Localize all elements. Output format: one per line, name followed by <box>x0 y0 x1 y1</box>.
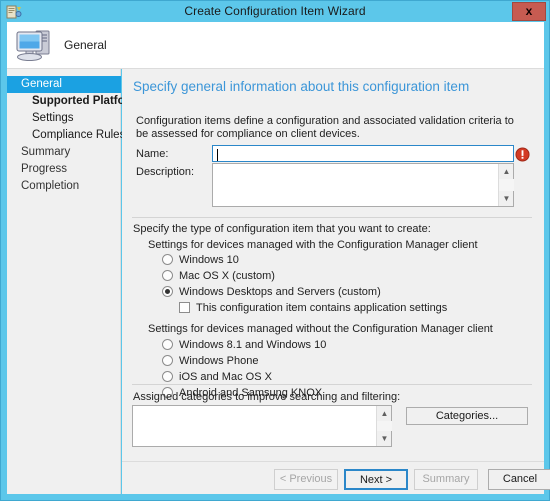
radio-ios-and-mac-os-x[interactable]: iOS and Mac OS X <box>162 371 272 383</box>
radio-windows-81-and-windows-10[interactable]: Windows 8.1 and Windows 10 <box>162 339 326 351</box>
sidebar-item-completion[interactable]: Completion <box>7 178 120 195</box>
title-bar: Create Configuration Item Wizard x <box>1 1 549 22</box>
sidebar-item-summary[interactable]: Summary <box>7 144 120 161</box>
categories-label: Assigned categories to improve searching… <box>133 391 401 403</box>
checkbox-contains-application-settings[interactable]: This configuration item contains applica… <box>179 302 447 314</box>
divider-top <box>132 217 532 218</box>
window-title: Create Configuration Item Wizard <box>184 4 366 18</box>
chevron-down-icon[interactable]: ▼ <box>377 431 392 446</box>
wizard-sidebar: General Supported Platforms Settings Com… <box>7 69 146 494</box>
radio-icon <box>162 270 173 281</box>
radio-windows-10[interactable]: Windows 10 <box>162 254 239 266</box>
chevron-up-icon[interactable]: ▲ <box>377 406 392 421</box>
radio-icon-selected <box>162 286 173 297</box>
wizard-footer: < Previous Next > Summary Cancel <box>122 461 550 494</box>
name-label: Name: <box>136 148 169 160</box>
radio-label: Windows Phone <box>179 355 259 367</box>
wizard-content: Specify general information about this c… <box>122 69 544 461</box>
chevron-down-icon[interactable]: ▼ <box>499 191 514 206</box>
name-input[interactable] <box>212 145 514 162</box>
categories-scrollbar[interactable]: ▲ ▼ <box>376 406 392 446</box>
radio-icon <box>162 339 173 350</box>
wizard-header: General <box>7 22 544 69</box>
radio-label: Windows 8.1 and Windows 10 <box>179 339 327 351</box>
radio-icon <box>162 254 173 265</box>
description-scrollbar[interactable]: ▲ ▼ <box>498 164 514 206</box>
checkbox-label: This configuration item contains applica… <box>196 302 448 314</box>
sidebar-item-supported-platforms[interactable]: Supported Platforms <box>7 93 146 110</box>
chevron-up-icon[interactable]: ▲ <box>499 164 514 179</box>
description-scroll-track[interactable] <box>499 179 514 191</box>
error-icon <box>515 147 530 162</box>
summary-button: Summary <box>414 469 478 490</box>
next-button[interactable]: Next > <box>344 469 408 490</box>
divider-bottom <box>132 384 532 385</box>
description-input[interactable]: ▲ ▼ <box>212 163 514 207</box>
sidebar-item-compliance-rules[interactable]: Compliance Rules <box>7 127 125 144</box>
checkbox-icon <box>179 302 190 313</box>
categories-listbox[interactable]: ▲ ▼ <box>132 405 392 447</box>
managed-group-label: Settings for devices managed with the Co… <box>148 239 478 251</box>
radio-windows-phone[interactable]: Windows Phone <box>162 355 259 367</box>
page-title: Specify general information about this c… <box>133 79 470 94</box>
previous-button: < Previous <box>274 469 338 490</box>
wizard-window: Create Configuration Item Wizard x Gener… <box>0 0 550 501</box>
description-label: Description: <box>136 166 195 178</box>
name-input-caret <box>217 149 218 161</box>
radio-label: Windows Desktops and Servers (custom) <box>179 286 381 298</box>
radio-label: Windows 10 <box>179 254 239 266</box>
radio-label: iOS and Mac OS X <box>179 371 272 383</box>
sidebar-item-general[interactable]: General <box>7 76 121 93</box>
type-prompt: Specify the type of configuration item t… <box>133 223 431 235</box>
radio-icon <box>162 371 173 382</box>
radio-mac-os-x-custom[interactable]: Mac OS X (custom) <box>162 270 275 282</box>
unmanaged-group-label: Settings for devices managed without the… <box>148 323 493 335</box>
header-page-name: General <box>64 38 107 52</box>
categories-scroll-track[interactable] <box>377 421 392 431</box>
close-button[interactable]: x <box>512 2 546 21</box>
sidebar-item-settings[interactable]: Settings <box>7 110 120 127</box>
radio-label: Mac OS X (custom) <box>179 270 275 282</box>
cancel-button[interactable]: Cancel <box>488 469 550 490</box>
intro-description: Configuration items define a configurati… <box>136 115 514 140</box>
sidebar-item-progress[interactable]: Progress <box>7 161 120 178</box>
computer-icon <box>16 30 50 61</box>
radio-icon <box>162 355 173 366</box>
radio-windows-desktops-and-servers-custom[interactable]: Windows Desktops and Servers (custom) <box>162 286 381 298</box>
categories-button[interactable]: Categories... <box>406 407 528 425</box>
